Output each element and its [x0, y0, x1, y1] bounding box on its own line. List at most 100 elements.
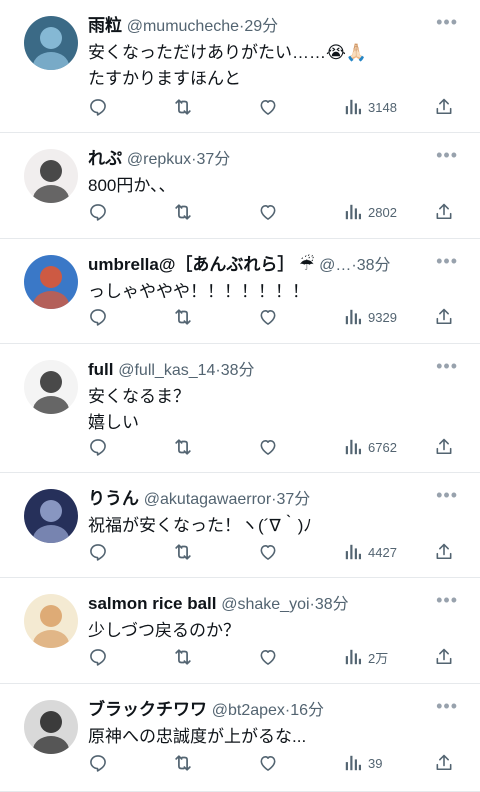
- reply-button[interactable]: [88, 646, 108, 668]
- post[interactable]: umbrella@［あんぶれら］ ☔ @…·38分 ••• っしゃややや！！！！！！…: [0, 239, 480, 344]
- reply-button[interactable]: [88, 752, 108, 774]
- avatar[interactable]: [24, 489, 78, 543]
- views-button[interactable]: 3148: [344, 96, 397, 118]
- post-text-line: 祝福が安くなった！ヽ(´∇｀)ﾉ: [88, 516, 312, 535]
- like-icon: [258, 202, 278, 222]
- views-button[interactable]: 6762: [344, 436, 397, 458]
- post[interactable]: れぷ @repkux·37分 ••• 800円か、、 2802: [0, 133, 480, 239]
- share-button[interactable]: [434, 541, 454, 563]
- post[interactable]: ブラックチワワ @bt2apex·16分 ••• 原神への忠誠度が上がるな... 39: [0, 684, 480, 792]
- user-handle[interactable]: @…: [319, 257, 351, 274]
- share-icon: [434, 97, 454, 117]
- avatar[interactable]: [24, 360, 78, 414]
- display-name[interactable]: umbrella@［あんぶれら］: [88, 255, 294, 274]
- views-button[interactable]: 39: [344, 752, 382, 774]
- view-count: 2万: [368, 650, 389, 666]
- reply-icon: [88, 437, 108, 457]
- share-icon: [434, 202, 454, 222]
- user-handle[interactable]: @shake_yoi: [221, 596, 309, 613]
- repost-button[interactable]: [172, 96, 194, 118]
- more-icon[interactable]: •••: [436, 13, 458, 31]
- views-icon: [344, 308, 362, 326]
- user-handle[interactable]: @mumucheche: [127, 18, 239, 35]
- post-time[interactable]: 37分: [197, 151, 231, 168]
- user-handle[interactable]: @repkux: [127, 151, 191, 168]
- like-icon: [258, 647, 278, 667]
- like-button[interactable]: [258, 752, 278, 774]
- like-button[interactable]: [258, 646, 278, 668]
- post-time[interactable]: 29分: [244, 18, 278, 35]
- views-button[interactable]: 2802: [344, 201, 397, 223]
- share-button[interactable]: [434, 752, 454, 774]
- post-time[interactable]: 38分: [357, 257, 391, 274]
- avatar[interactable]: [24, 149, 78, 203]
- reply-button[interactable]: [88, 201, 108, 223]
- repost-button[interactable]: [172, 752, 194, 774]
- share-icon: [434, 307, 454, 327]
- post[interactable]: salmon rice ball @shake_yoi·38分 ••• 少しづつ戻る…: [0, 578, 480, 684]
- views-icon: [344, 203, 362, 221]
- more-icon[interactable]: •••: [436, 357, 458, 375]
- views-icon: [344, 438, 362, 456]
- like-button[interactable]: [258, 201, 278, 223]
- reply-button[interactable]: [88, 436, 108, 458]
- more-icon[interactable]: •••: [436, 252, 458, 270]
- post-text-line: 少しづつ戻るのか？: [88, 621, 240, 640]
- display-name[interactable]: ブラックチワワ: [88, 700, 207, 719]
- repost-button[interactable]: [172, 541, 194, 563]
- post-body: 祝福が安くなった！ヽ(´∇｀)ﾉ: [88, 513, 460, 539]
- like-button[interactable]: [258, 436, 278, 458]
- post-time[interactable]: 38分: [221, 362, 255, 379]
- post[interactable]: full @full_kas_14·38分 ••• 安くなるま？ 嬉しい 6762: [0, 344, 480, 473]
- avatar[interactable]: [24, 255, 78, 309]
- like-button[interactable]: [258, 541, 278, 563]
- views-button[interactable]: 9329: [344, 306, 397, 328]
- repost-button[interactable]: [172, 201, 194, 223]
- post-time[interactable]: 38分: [315, 596, 349, 613]
- more-icon[interactable]: •••: [436, 486, 458, 504]
- views-button[interactable]: 4427: [344, 541, 397, 563]
- display-name[interactable]: full: [88, 360, 114, 379]
- post-header: salmon rice ball @shake_yoi·38分: [88, 592, 440, 616]
- post[interactable]: りうん @akutagawaerror·37分 ••• 祝福が安くなった！ヽ(´∇｀…: [0, 473, 480, 578]
- views-icon: [344, 543, 362, 561]
- user-handle[interactable]: @akutagawaerror: [144, 491, 271, 508]
- like-button[interactable]: [258, 306, 278, 328]
- share-button[interactable]: [434, 306, 454, 328]
- reply-button[interactable]: [88, 96, 108, 118]
- post-time[interactable]: 37分: [276, 491, 310, 508]
- repost-button[interactable]: [172, 646, 194, 668]
- post-time[interactable]: 16分: [290, 702, 324, 719]
- repost-button[interactable]: [172, 436, 194, 458]
- post-body: 安くなるま？ 嬉しい: [88, 384, 460, 436]
- share-button[interactable]: [434, 646, 454, 668]
- repost-button[interactable]: [172, 306, 194, 328]
- post[interactable]: 雨粒 @mumucheche·29分 ••• 安くなっただけありがたい……😭🙏🏻 たす…: [0, 0, 480, 133]
- share-button[interactable]: [434, 201, 454, 223]
- repost-icon: [172, 307, 194, 327]
- post-text-line: 原神への忠誠度が上がるな...: [88, 727, 307, 746]
- more-icon[interactable]: •••: [436, 146, 458, 164]
- repost-icon: [172, 97, 194, 117]
- avatar[interactable]: [24, 700, 78, 754]
- action-bar: 2万: [88, 646, 460, 668]
- share-button[interactable]: [434, 96, 454, 118]
- share-button[interactable]: [434, 436, 454, 458]
- user-handle[interactable]: @full_kas_14: [118, 362, 215, 379]
- avatar[interactable]: [24, 594, 78, 648]
- reply-button[interactable]: [88, 306, 108, 328]
- avatar[interactable]: [24, 16, 78, 70]
- display-name[interactable]: りうん: [88, 489, 139, 508]
- reply-button[interactable]: [88, 541, 108, 563]
- display-name[interactable]: 雨粒: [88, 16, 122, 35]
- display-name[interactable]: salmon rice ball: [88, 594, 217, 613]
- more-icon[interactable]: •••: [436, 591, 458, 609]
- views-icon: [344, 98, 362, 116]
- views-button[interactable]: 2万: [344, 646, 388, 668]
- post-body: 原神への忠誠度が上がるな...: [88, 724, 460, 750]
- like-button[interactable]: [258, 96, 278, 118]
- like-icon: [258, 97, 278, 117]
- display-name[interactable]: れぷ: [88, 149, 122, 168]
- more-icon[interactable]: •••: [436, 697, 458, 715]
- user-handle[interactable]: @bt2apex: [212, 702, 285, 719]
